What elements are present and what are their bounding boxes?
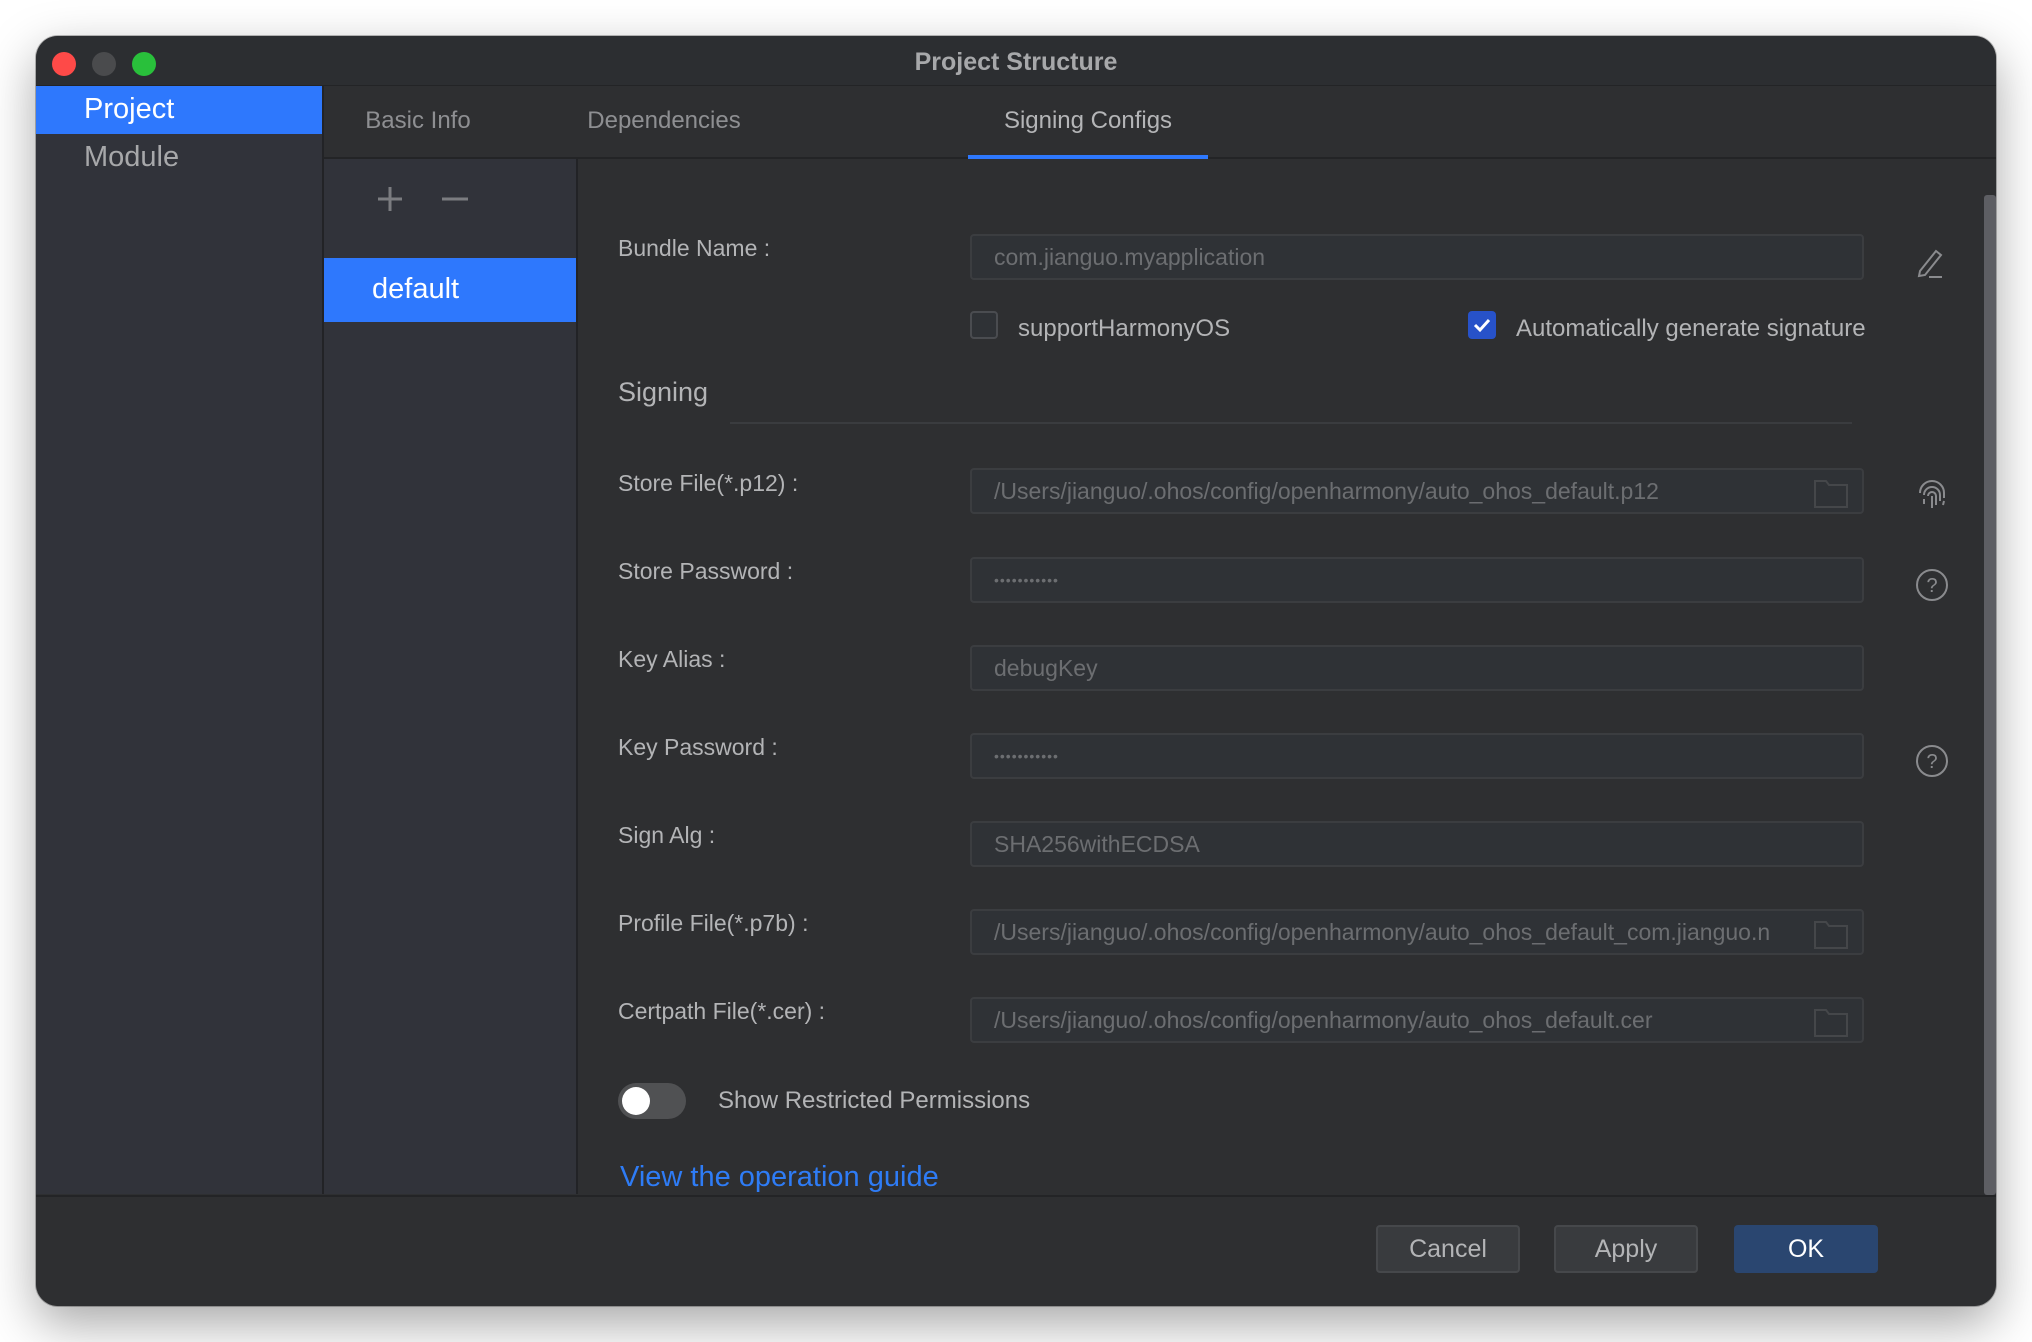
signing-section-title: Signing xyxy=(618,377,709,407)
dialog-footer: Cancel Apply OK xyxy=(36,1195,1996,1306)
profile-file-value: /Users/jianguo/.ohos/config/openharmony/… xyxy=(994,919,1771,945)
toggle-knob xyxy=(622,1087,650,1115)
key-alias-label: Key Alias : xyxy=(618,646,726,672)
checkmark-icon xyxy=(1473,318,1491,333)
help-circle-icon: ? xyxy=(1916,569,1948,601)
project-structure-dialog: Project Structure Project Module Basic I… xyxy=(36,36,1996,1306)
fingerprint-button[interactable] xyxy=(1914,477,1950,513)
edit-bundle-name-button[interactable] xyxy=(1914,243,1950,279)
key-password-field[interactable]: ••••••••••• xyxy=(970,733,1864,779)
title-bar: Project Structure xyxy=(36,36,1996,86)
store-file-value: /Users/jianguo/.ohos/config/openharmony/… xyxy=(994,478,1659,504)
sidebar-item-project[interactable]: Project xyxy=(36,86,322,134)
bundle-name-label: Bundle Name : xyxy=(618,235,771,261)
window-title: Project Structure xyxy=(914,48,1118,76)
certpath-file-label: Certpath File(*.cer) : xyxy=(618,998,826,1024)
ok-button[interactable]: OK xyxy=(1734,1225,1878,1273)
operation-guide-link[interactable]: View the operation guide xyxy=(620,1161,939,1194)
support-harmonyos-checkbox[interactable] xyxy=(970,311,998,339)
apply-button[interactable]: Apply xyxy=(1554,1225,1698,1273)
minus-icon xyxy=(442,197,468,201)
show-restricted-permissions-toggle[interactable] xyxy=(618,1083,686,1119)
store-password-label: Store Password : xyxy=(618,558,794,584)
signing-config-form: Bundle Name : com.jianguo.myapplication … xyxy=(578,159,1996,1195)
sidebar-item-module[interactable]: Module xyxy=(36,134,322,182)
store-file-label: Store File(*.p12) : xyxy=(618,470,799,496)
auto-generate-signature-checkbox[interactable] xyxy=(1468,311,1496,339)
profile-file-label: Profile File(*.p7b) : xyxy=(618,910,809,936)
key-password-label: Key Password : xyxy=(618,734,778,760)
edit-pencil-icon xyxy=(1917,249,1943,278)
store-file-field[interactable]: /Users/jianguo/.ohos/config/openharmony/… xyxy=(970,468,1864,514)
config-item-default[interactable]: default xyxy=(324,258,576,322)
cancel-button[interactable]: Cancel xyxy=(1376,1225,1520,1273)
sign-alg-label: Sign Alg : xyxy=(618,822,716,848)
add-config-button[interactable] xyxy=(372,181,408,217)
folder-icon[interactable] xyxy=(1814,1007,1848,1037)
fingerprint-icon xyxy=(1919,480,1945,508)
key-password-help-button[interactable]: ? xyxy=(1914,743,1950,779)
auto-generate-signature-label: Automatically generate signature xyxy=(1516,315,1866,342)
signing-config-list: default xyxy=(324,159,578,1194)
section-divider xyxy=(730,422,1852,424)
tab-dependencies[interactable]: Dependencies xyxy=(544,86,784,157)
svg-text:?: ? xyxy=(1926,751,1937,773)
help-circle-icon: ? xyxy=(1916,745,1948,777)
store-password-help-button[interactable]: ? xyxy=(1914,567,1950,603)
tab-bar: Basic Info Dependencies Signing Configs xyxy=(324,86,1996,159)
certpath-file-field[interactable]: /Users/jianguo/.ohos/config/openharmony/… xyxy=(970,997,1864,1043)
remove-config-button[interactable] xyxy=(436,181,472,217)
svg-text:?: ? xyxy=(1926,575,1937,597)
bundle-name-field[interactable]: com.jianguo.myapplication xyxy=(970,234,1864,280)
tab-basic-info[interactable]: Basic Info xyxy=(324,86,512,157)
folder-icon[interactable] xyxy=(1814,919,1848,949)
store-password-field[interactable]: ••••••••••• xyxy=(970,557,1864,603)
key-alias-field[interactable]: debugKey xyxy=(970,645,1864,691)
tab-signing-configs[interactable]: Signing Configs xyxy=(968,86,1208,159)
folder-icon[interactable] xyxy=(1814,478,1848,508)
profile-file-field[interactable]: /Users/jianguo/.ohos/config/openharmony/… xyxy=(970,909,1864,955)
show-restricted-permissions-label: Show Restricted Permissions xyxy=(718,1087,1031,1114)
plus-icon xyxy=(378,187,402,211)
certpath-file-value: /Users/jianguo/.ohos/config/openharmony/… xyxy=(994,1007,1653,1033)
form-scrollbar[interactable] xyxy=(1984,195,1996,1195)
support-harmonyos-label: supportHarmonyOS xyxy=(1018,315,1231,342)
sidebar: Project Module xyxy=(36,86,324,1194)
sign-alg-field[interactable]: SHA256withECDSA xyxy=(970,821,1864,867)
